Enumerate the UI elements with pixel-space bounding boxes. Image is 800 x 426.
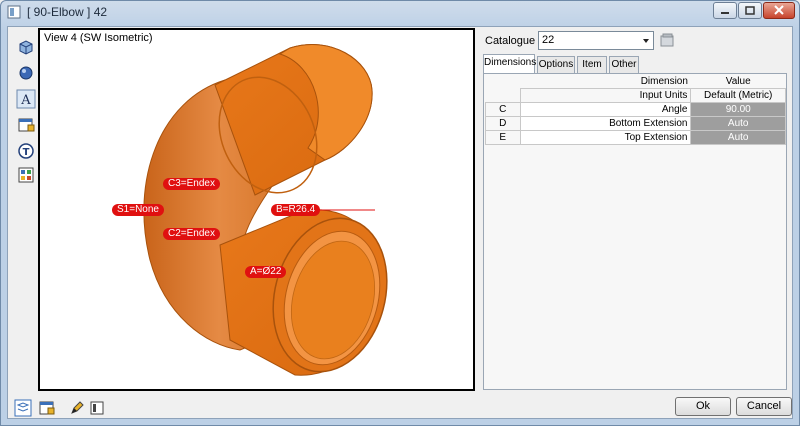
subheader-value: Default (Metric): [690, 88, 786, 103]
shading-sphere-icon[interactable]: [16, 63, 36, 83]
tab-options[interactable]: Options: [537, 56, 575, 73]
row-key: E: [485, 130, 521, 145]
close-button[interactable]: [763, 2, 795, 19]
text-annotation-icon[interactable]: A: [16, 89, 36, 109]
row-dimension: Angle: [519, 102, 692, 117]
svg-text:T: T: [23, 147, 30, 158]
dimension-tag-a[interactable]: A=Ø22: [245, 266, 287, 278]
tab-dimensions[interactable]: Dimensions: [483, 54, 537, 73]
minimize-button[interactable]: [713, 2, 737, 19]
tab-item[interactable]: Item: [577, 56, 607, 73]
app-icon: [7, 5, 21, 19]
view-toolbar: A T: [14, 37, 38, 389]
properties-panel: Catalogue 22 Dimensions Options Item Oth…: [479, 28, 789, 390]
catalogue-label: Catalogue: [485, 35, 536, 47]
dialog-client-area: A T View 4 (SW Isometric) C3=Endex S1=No…: [7, 26, 793, 419]
row-key: D: [485, 116, 521, 131]
dimensions-tab-body: Dimension Value Input Units Default (Met…: [483, 73, 787, 390]
dimension-tag-c2[interactable]: C2=Endex: [163, 228, 220, 240]
row-value-field[interactable]: Auto: [690, 116, 786, 131]
ok-button[interactable]: Ok: [675, 397, 731, 416]
catalogue-select[interactable]: 22: [538, 31, 654, 50]
dimension-tag-s1[interactable]: S1=None: [112, 204, 164, 216]
close-icon: [774, 5, 784, 15]
grid-header-row: Dimension Value: [486, 75, 786, 89]
maximize-icon: [745, 6, 755, 15]
dimensions-grid: Dimension Value Input Units Default (Met…: [485, 75, 786, 145]
dialog-window: [ 90-Elbow ] 42 A T View 4 (SW Isometric…: [0, 0, 800, 426]
header-dimension: Dimension: [640, 76, 688, 87]
minimize-icon: [721, 12, 729, 14]
row-value-field[interactable]: Auto: [690, 130, 786, 145]
svg-text:A: A: [20, 93, 31, 108]
row-value-field[interactable]: 90.00: [690, 102, 786, 117]
table-row: C Angle 90.00: [485, 102, 786, 117]
tab-label: Dimensions: [484, 57, 537, 68]
catalogue-value: 22: [542, 34, 555, 46]
save-settings-icon[interactable]: [38, 399, 56, 417]
tab-other[interactable]: Other: [609, 56, 639, 73]
tab-label: Other: [611, 59, 637, 70]
subheader-dimension: Input Units: [519, 88, 692, 103]
cancel-button[interactable]: Cancel: [736, 397, 792, 416]
grid-subheader-row: Input Units Default (Metric): [486, 88, 786, 103]
maximize-button[interactable]: [738, 2, 762, 19]
chevron-down-icon: [643, 39, 649, 43]
properties-icon[interactable]: [16, 115, 36, 135]
tab-label: Item: [582, 59, 602, 70]
grid-subheader-spacer: [486, 89, 521, 103]
row-dimension: Top Extension: [519, 130, 692, 145]
3d-viewport[interactable]: View 4 (SW Isometric) C3=Endex S1=None B…: [38, 28, 475, 391]
zoom-extents-icon[interactable]: [14, 399, 32, 417]
header-value: Value: [725, 76, 751, 87]
grid-settings-icon[interactable]: [16, 165, 36, 185]
3d-box-icon[interactable]: [16, 37, 36, 57]
catalogue-browse-icon[interactable]: [659, 32, 675, 48]
tab-label: Options: [538, 59, 574, 70]
row-dimension: Bottom Extension: [519, 116, 692, 131]
dimension-tag-b[interactable]: B=R26.4: [271, 204, 321, 216]
text-tool-icon[interactable]: T: [16, 141, 36, 161]
print-preview-icon[interactable]: [88, 399, 106, 417]
window-title: [ 90-Elbow ] 42: [27, 5, 108, 19]
dimension-tag-c3[interactable]: C3=Endex: [163, 178, 220, 190]
view-label: View 4 (SW Isometric): [44, 32, 153, 44]
title-bar[interactable]: [ 90-Elbow ] 42: [1, 1, 799, 23]
table-row: D Bottom Extension Auto: [485, 116, 786, 131]
table-row: E Top Extension Auto: [485, 130, 786, 145]
pen-edit-icon[interactable]: [68, 399, 86, 417]
elbow-model[interactable]: [40, 30, 473, 389]
grid-header-spacer: [486, 75, 521, 89]
row-key: C: [485, 102, 521, 117]
